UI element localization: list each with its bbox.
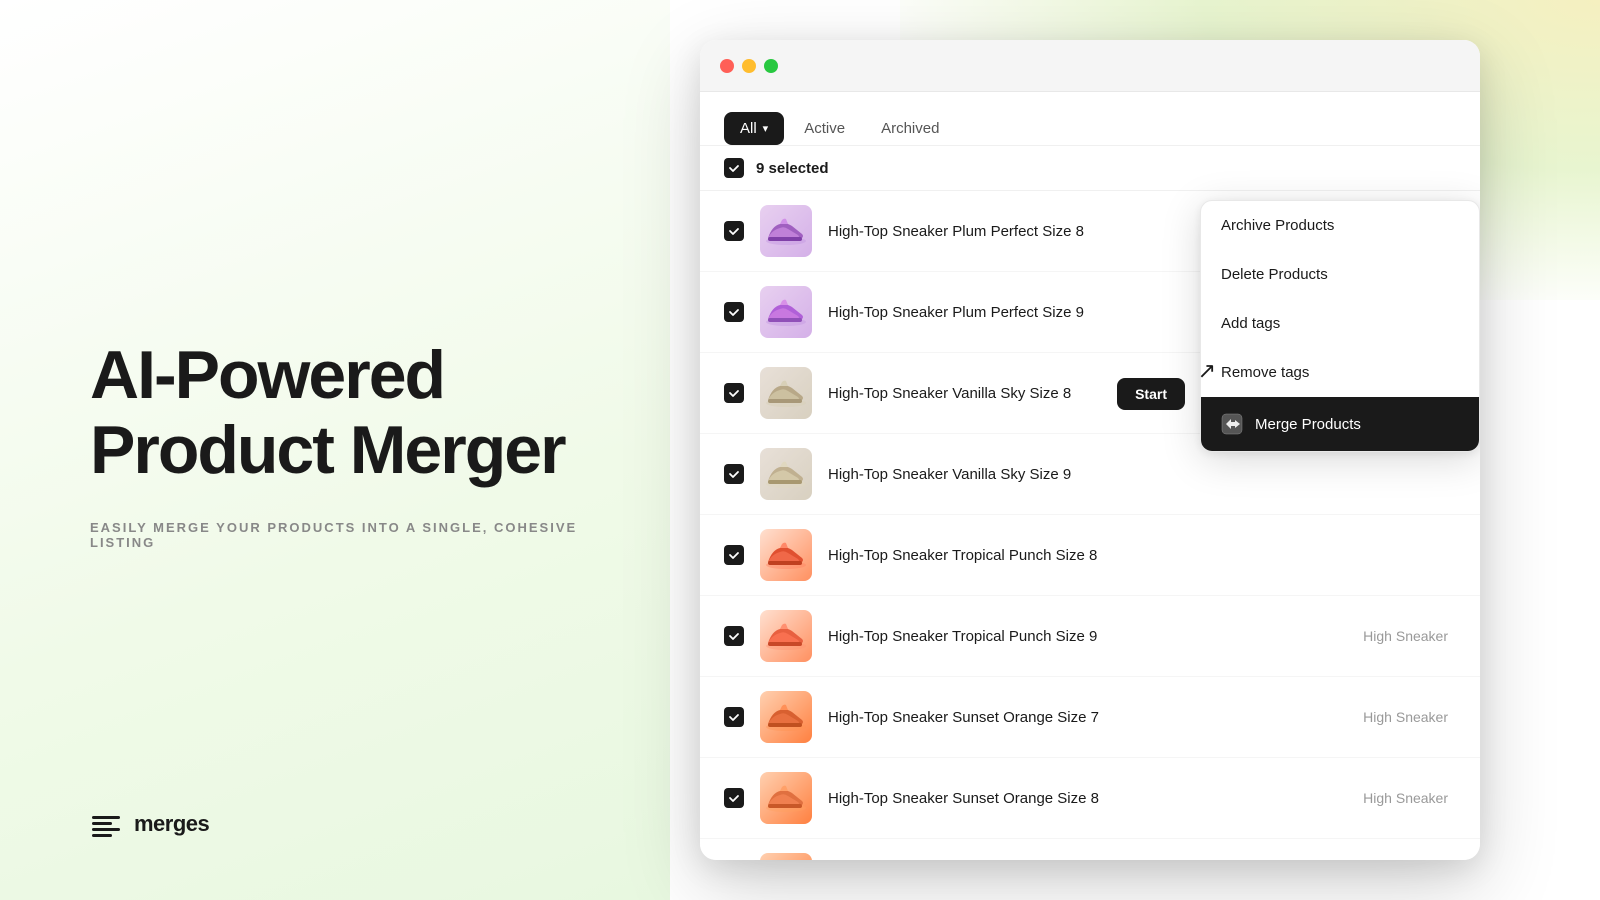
menu-item-delete[interactable]: Delete Products bbox=[1201, 250, 1479, 299]
product-type: High Sneaker bbox=[1363, 628, 1448, 644]
tab-archived[interactable]: Archived bbox=[865, 112, 955, 145]
row-checkbox[interactable] bbox=[724, 302, 744, 322]
row-checkbox[interactable] bbox=[724, 707, 744, 727]
tab-active[interactable]: Active bbox=[788, 112, 861, 145]
title-bar bbox=[700, 40, 1480, 92]
window-minimize-button[interactable] bbox=[742, 59, 756, 73]
filter-bar: All ▾ Active Archived bbox=[700, 92, 1480, 146]
context-menu: Archive Products Delete Products Add tag… bbox=[1200, 200, 1480, 452]
tab-all[interactable]: All ▾ bbox=[724, 112, 784, 145]
hero-subtitle: EASILY MERGE YOUR PRODUCTS INTO A SINGLE… bbox=[90, 520, 610, 550]
menu-item-remove-tags[interactable]: Remove tags bbox=[1201, 348, 1479, 397]
row-checkbox[interactable] bbox=[724, 788, 744, 808]
hero-title: AI-Powered Product Merger bbox=[90, 338, 610, 488]
logo-area: merges bbox=[90, 808, 610, 840]
row-checkbox[interactable] bbox=[724, 626, 744, 646]
product-image bbox=[760, 610, 812, 662]
product-image bbox=[760, 367, 812, 419]
row-checkbox[interactable] bbox=[724, 383, 744, 403]
select-all-checkbox[interactable] bbox=[724, 158, 744, 178]
product-name: High-Top Sneaker Sunset Orange Size 8 bbox=[828, 790, 1347, 807]
row-checkbox[interactable] bbox=[724, 464, 744, 484]
right-panel: All ▾ Active Archived 9 selected bbox=[670, 0, 1600, 900]
product-type: High Sneaker bbox=[1363, 790, 1448, 806]
menu-item-archive[interactable]: Archive Products bbox=[1201, 201, 1479, 250]
window-controls bbox=[720, 59, 778, 73]
list-item[interactable]: High-Top Sneaker Tropical Punch Size 9 H… bbox=[700, 596, 1480, 677]
menu-item-add-tags[interactable]: Add tags bbox=[1201, 299, 1479, 348]
left-panel: AI-Powered Product Merger EASILY MERGE Y… bbox=[0, 0, 670, 900]
product-type: High Sneaker bbox=[1363, 709, 1448, 725]
product-name: High-Top Sneaker Vanilla Sky Size 9 bbox=[828, 466, 1432, 483]
menu-item-merge-products[interactable]: Merge Products bbox=[1201, 397, 1479, 451]
row-checkbox[interactable] bbox=[724, 221, 744, 241]
chevron-down-icon: ▾ bbox=[763, 122, 769, 135]
product-image bbox=[760, 691, 812, 743]
hero-content: AI-Powered Product Merger EASILY MERGE Y… bbox=[90, 80, 610, 808]
product-image bbox=[760, 529, 812, 581]
product-name: High-Top Sneaker Sunset Orange Size 7 bbox=[828, 709, 1347, 726]
product-image bbox=[760, 286, 812, 338]
row-checkbox[interactable] bbox=[724, 545, 744, 565]
merge-icon bbox=[1221, 413, 1243, 435]
product-name: High-Top Sneaker Tropical Punch Size 8 bbox=[828, 547, 1432, 564]
window-maximize-button[interactable] bbox=[764, 59, 778, 73]
window-close-button[interactable] bbox=[720, 59, 734, 73]
product-image bbox=[760, 853, 812, 860]
list-item[interactable]: High-Top Sneaker Sunset Orange Size 7 Hi… bbox=[700, 677, 1480, 758]
product-image bbox=[760, 772, 812, 824]
app-window: All ▾ Active Archived 9 selected bbox=[700, 40, 1480, 860]
selected-bar: 9 selected bbox=[700, 146, 1480, 191]
product-image bbox=[760, 448, 812, 500]
list-item[interactable]: High-Top Sneaker Tropical Punch Size 8 bbox=[700, 515, 1480, 596]
logo-text: merges bbox=[134, 811, 209, 837]
list-item[interactable]: High-Top Sneaker Sunset Orange Size 9 Hi… bbox=[700, 839, 1480, 860]
selected-count: 9 selected bbox=[756, 160, 829, 177]
product-image bbox=[760, 205, 812, 257]
product-name: High-Top Sneaker Tropical Punch Size 9 bbox=[828, 628, 1347, 645]
list-item[interactable]: High-Top Sneaker Sunset Orange Size 8 Hi… bbox=[700, 758, 1480, 839]
logo-icon bbox=[90, 808, 122, 840]
